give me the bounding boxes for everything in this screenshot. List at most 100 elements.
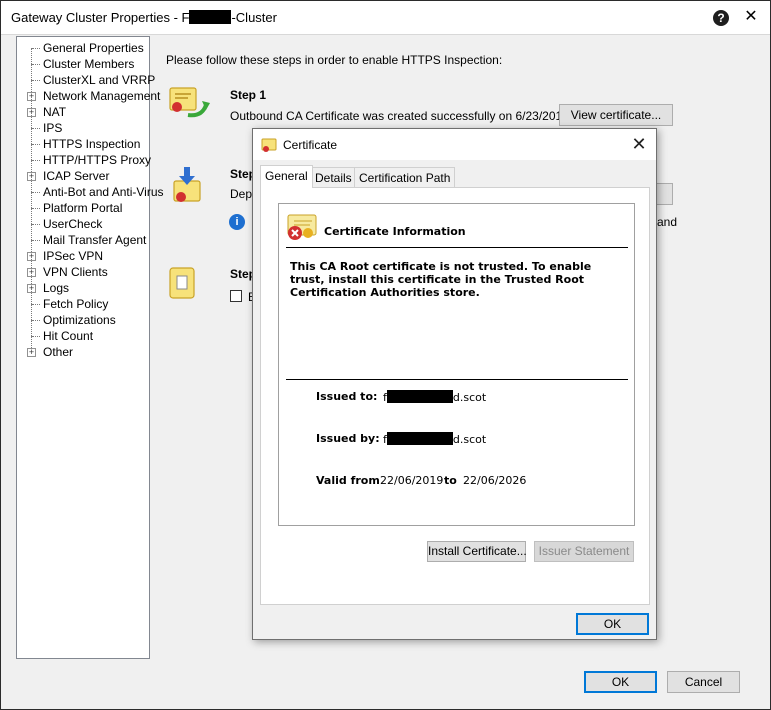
tree-connector — [32, 336, 40, 337]
tree-connector — [32, 48, 40, 49]
window-title-part-2: -Cluster — [231, 10, 277, 25]
tree-item-label: Logs — [43, 281, 70, 295]
tree-item-label: Anti-Bot and Anti-Virus — [43, 185, 164, 199]
tree-connector — [32, 304, 40, 305]
tree-item-label: ICAP Server — [43, 169, 110, 183]
tree-connector — [31, 288, 32, 304]
tree-item[interactable]: + ICAP Server — [17, 160, 149, 184]
tree-item[interactable]: + VPN Clients — [17, 256, 149, 280]
issued-by-value: f d.scot — [383, 432, 486, 446]
tree-item[interactable]: + Logs — [17, 272, 149, 296]
tree-item-label: IPSec VPN — [43, 249, 104, 263]
tree-item[interactable]: UserCheck — [17, 208, 149, 232]
install-certificate-button[interactable]: Install Certificate... — [427, 541, 527, 562]
tree-connector — [31, 304, 32, 320]
issued-to-value: f d.scot — [383, 390, 486, 404]
tree-connector — [32, 80, 40, 81]
redacted-block — [386, 432, 453, 445]
tree-item[interactable]: Cluster Members — [17, 48, 149, 72]
tree-connector — [31, 64, 32, 80]
step1-title: Step 1 — [230, 88, 267, 102]
tree-item-label: Mail Transfer Agent — [43, 233, 147, 247]
expand-icon[interactable]: + — [27, 348, 36, 357]
intro-text: Please follow these steps in order to en… — [166, 53, 503, 67]
step2-text: Depl — [230, 187, 255, 201]
help-icon[interactable]: ? — [713, 10, 729, 26]
tree-item-label: VPN Clients — [43, 265, 108, 279]
step3-checkbox[interactable] — [230, 290, 242, 302]
valid-from-label: Valid from — [316, 474, 380, 487]
tree-item[interactable]: Optimizations — [17, 304, 149, 328]
divider — [286, 379, 628, 380]
certificate-download-icon — [171, 167, 203, 205]
tree-connector — [32, 144, 40, 145]
tab-general[interactable]: General — [260, 165, 313, 188]
gateway-cluster-properties-window: Gateway Cluster Properties - F -Cluster ?… — [0, 0, 771, 710]
certificate-dialog-title: Certificate — [283, 138, 338, 152]
tree-item[interactable]: Mail Transfer Agent — [17, 224, 149, 248]
trust-warning-text: This CA Root certificate is not trusted.… — [290, 260, 592, 299]
valid-from-value: 22/06/2019 — [380, 474, 444, 487]
tree-connector — [31, 224, 32, 240]
step2-right-text: and — [657, 215, 678, 229]
tree-item[interactable]: HTTPS Inspection — [17, 128, 149, 152]
tree-connector — [31, 144, 32, 160]
certificate-info-heading: Certificate Information — [324, 225, 466, 238]
tree-item[interactable]: HTTP/HTTPS Proxy — [17, 144, 152, 168]
tree-connector — [32, 160, 40, 161]
tab-details[interactable]: Details — [310, 167, 357, 188]
tree-item-label: General Properties — [43, 41, 144, 55]
tree-item-label: Platform Portal — [43, 201, 123, 215]
tree-item[interactable]: Anti-Bot and Anti-Virus — [17, 176, 164, 200]
certificate-error-icon — [286, 213, 318, 241]
ok-button[interactable]: OK — [584, 671, 657, 693]
tree-connector — [32, 192, 40, 193]
tree-item-label: Optimizations — [43, 313, 116, 327]
window-title-prefix: Gateway Cluster Properties - — [11, 10, 182, 25]
cancel-button[interactable]: Cancel — [667, 671, 740, 693]
issued-by-suffix: d.scot — [452, 433, 487, 446]
issued-by-label: Issued by: — [316, 432, 380, 445]
tree-item[interactable]: ClusterXL and VRRP — [17, 64, 155, 88]
tree-item-label: UserCheck — [43, 217, 103, 231]
tree-item[interactable]: + IPSec VPN — [17, 240, 149, 264]
tree-item[interactable]: Fetch Policy — [17, 288, 149, 312]
step1-text: Outbound CA Certificate was created succ… — [230, 109, 569, 123]
tab-certification-path[interactable]: Certification Path — [354, 167, 456, 188]
tree-item[interactable]: Platform Portal — [17, 192, 149, 216]
tree-item-label: Other — [43, 345, 74, 359]
tree-item-label: HTTP/HTTPS Proxy — [43, 153, 152, 167]
tree-connector — [31, 208, 32, 224]
certificate-icon — [261, 137, 277, 153]
tree-connector — [32, 208, 40, 209]
tree-connector — [31, 320, 32, 336]
window-title: Gateway Cluster Properties - F -Cluster — [11, 10, 277, 25]
tree-connector — [31, 128, 32, 144]
certificate-ok-button[interactable]: OK — [576, 613, 649, 635]
issuer-statement-button[interactable]: Issuer Statement — [534, 541, 634, 562]
title-bar: Gateway Cluster Properties - F -Cluster ?… — [1, 1, 770, 35]
certificate-dialog-title-bar: Certificate ✕ — [253, 129, 656, 160]
tree-item-label: Hit Count — [43, 329, 94, 343]
tree-item[interactable]: Hit Count — [17, 320, 149, 344]
view-certificate-button[interactable]: View certificate... — [559, 104, 673, 126]
tree-connector — [31, 176, 32, 192]
certificate-dialog: Certificate ✕ General Details Certificat… — [252, 128, 657, 640]
tree-item-label: HTTPS Inspection — [42, 136, 142, 152]
tree-item-label: Network Management — [43, 89, 161, 103]
divider — [286, 247, 628, 248]
close-icon[interactable]: ✕ — [741, 7, 761, 27]
certificate-info-box: Certificate Information This CA Root cer… — [278, 203, 635, 526]
tree-connector — [32, 224, 40, 225]
close-icon[interactable]: ✕ — [629, 134, 649, 154]
tree-item[interactable]: General Properties — [17, 40, 149, 56]
issued-to-suffix: d.scot — [452, 391, 487, 404]
tree-item[interactable]: + NAT — [17, 96, 149, 120]
valid-to-label: to — [444, 474, 457, 487]
redacted-block — [189, 10, 232, 24]
tree-item[interactable]: IPS — [17, 112, 149, 136]
tree-item-label: Cluster Members — [43, 57, 135, 71]
tree-item[interactable]: + Network Management — [17, 80, 160, 104]
certificate-arrow-icon — [168, 85, 212, 121]
tree-item[interactable]: + Other — [17, 336, 149, 360]
